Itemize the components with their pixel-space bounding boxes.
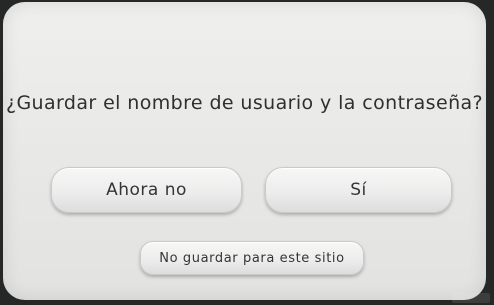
watermark-logo <box>452 293 490 303</box>
yes-button[interactable]: Sí <box>265 167 452 213</box>
not-now-button[interactable]: Ahora no <box>51 167 242 213</box>
save-credentials-dialog: ¿Guardar el nombre de usuario y la contr… <box>3 2 486 300</box>
never-save-label: No guardar para este sitio <box>159 250 345 266</box>
never-save-for-site-button[interactable]: No guardar para este sitio <box>140 241 364 275</box>
browser-screen: ¿Guardar el nombre de usuario y la contr… <box>0 0 494 305</box>
dialog-question: ¿Guardar el nombre de usuario y la contr… <box>5 92 484 114</box>
not-now-label: Ahora no <box>106 180 187 200</box>
yes-label: Sí <box>350 180 367 200</box>
